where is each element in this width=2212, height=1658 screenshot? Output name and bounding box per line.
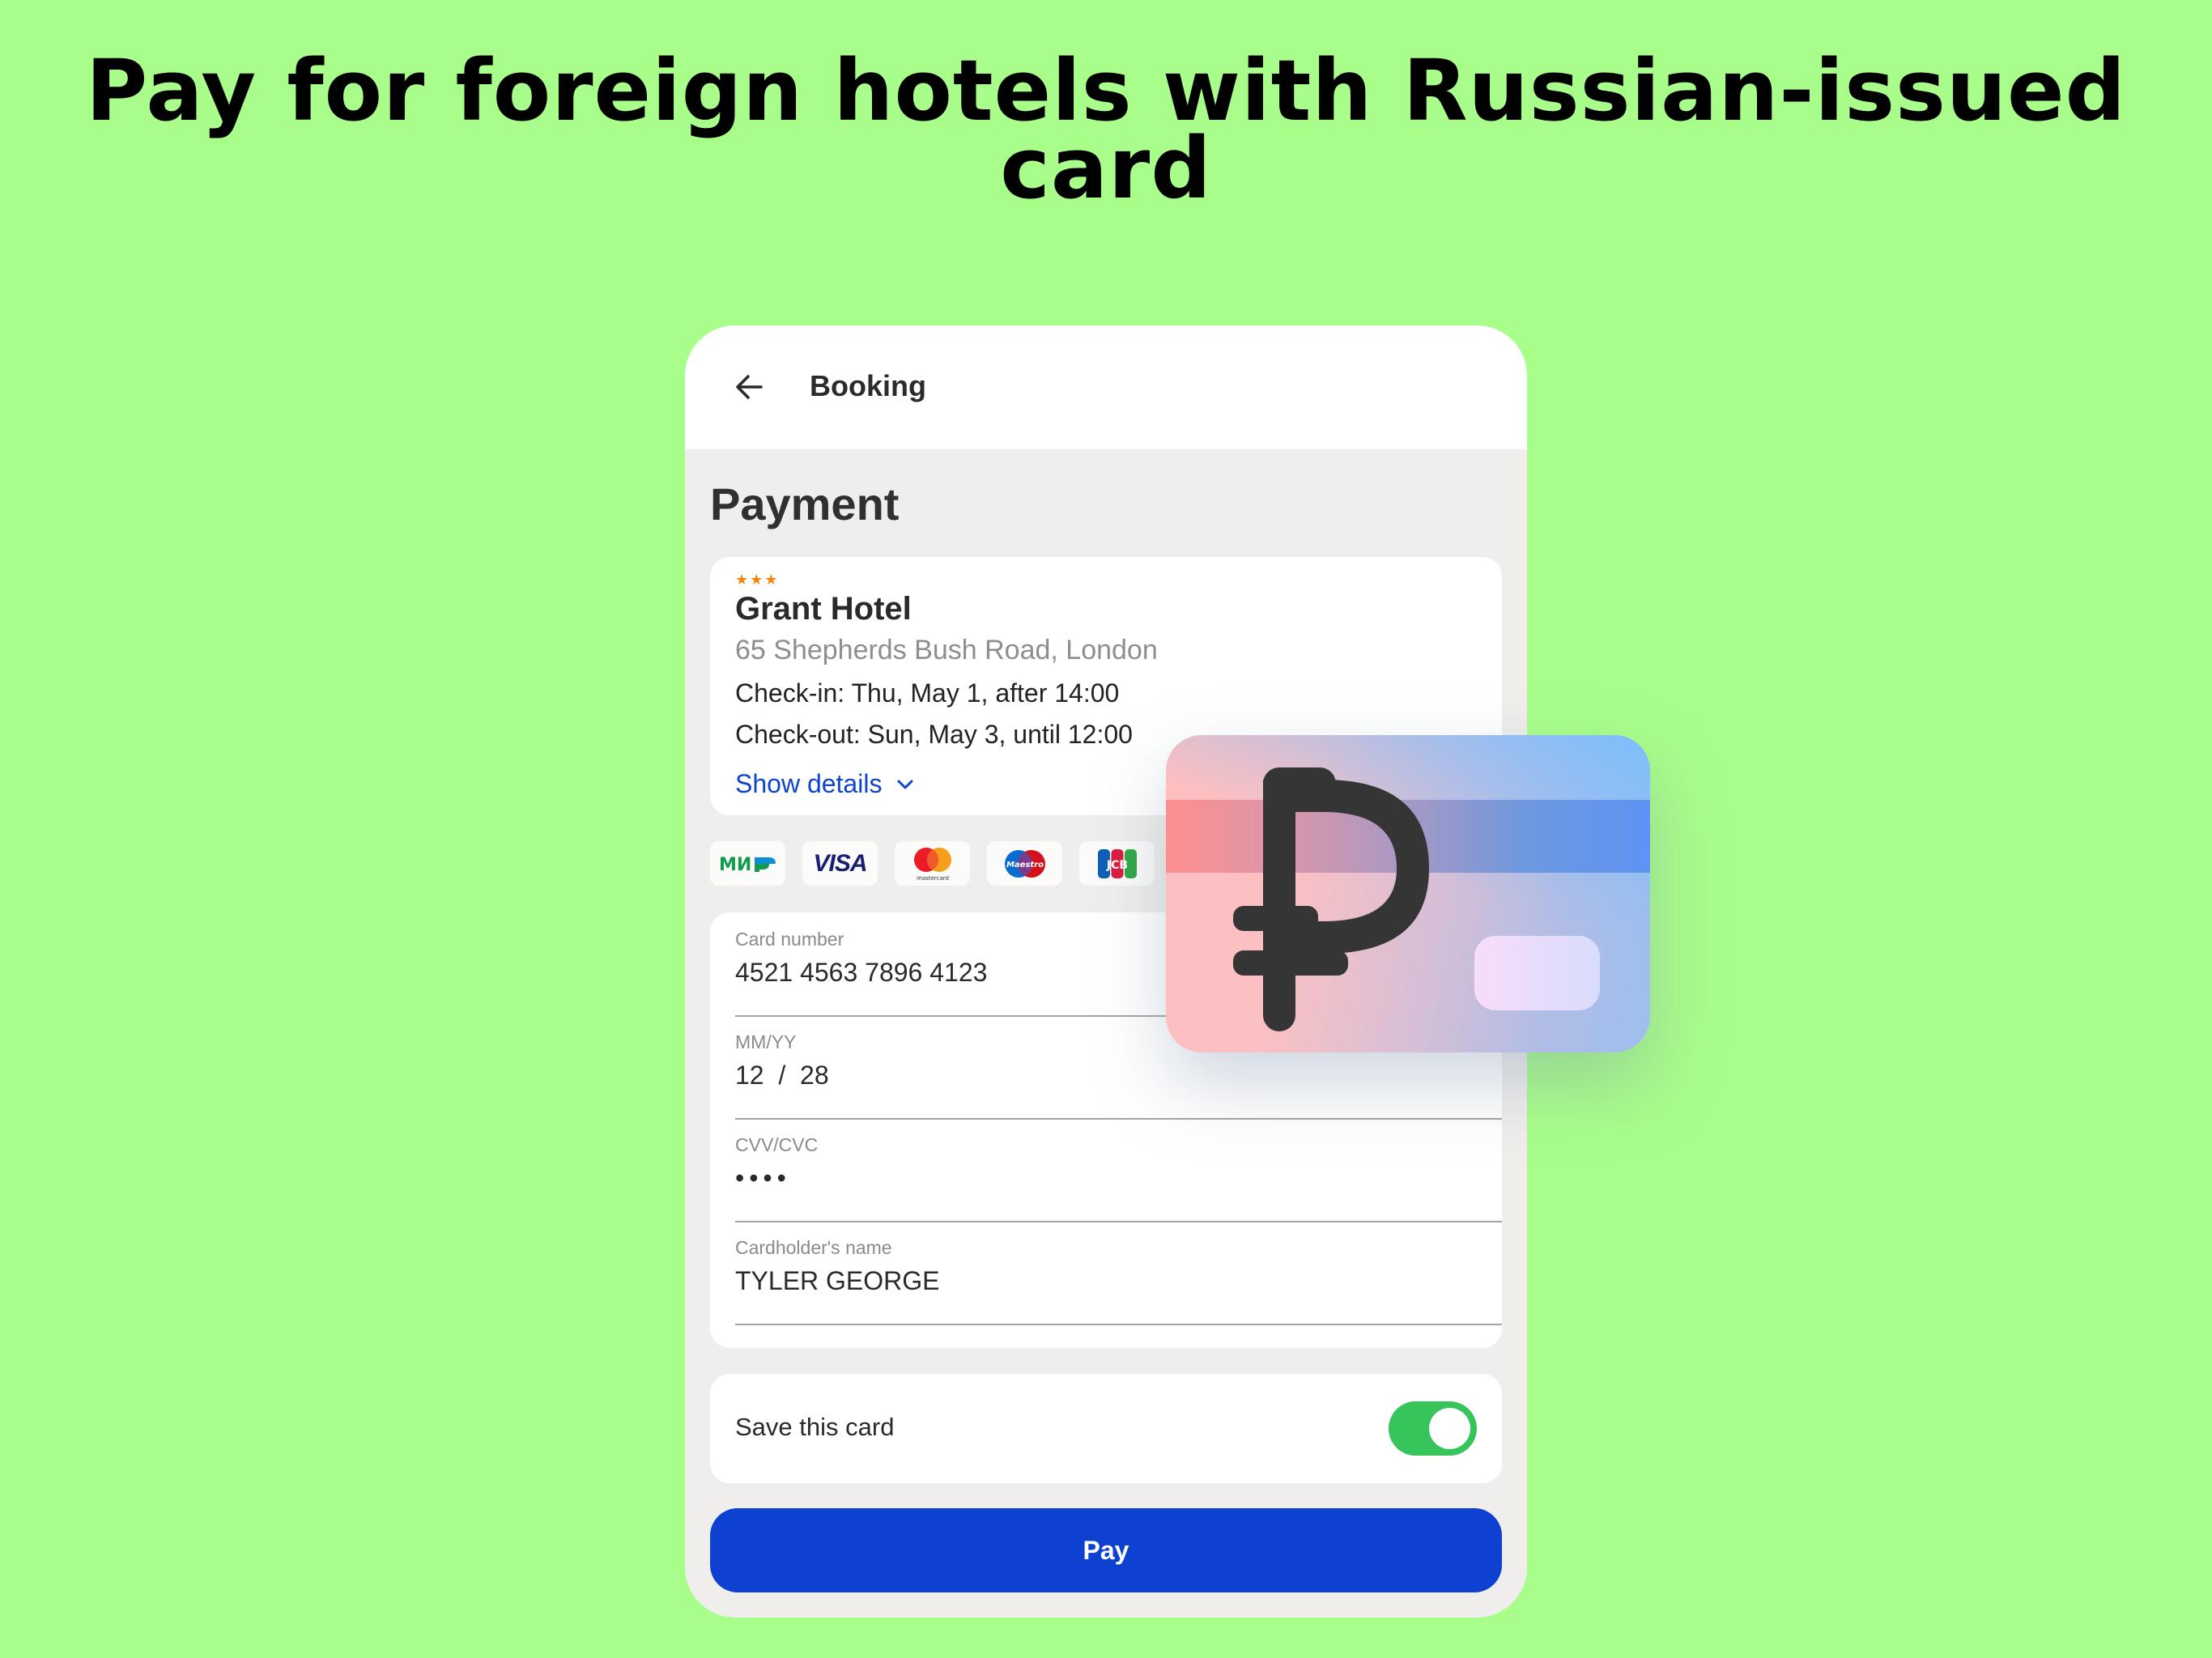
visa-logo: VISA bbox=[802, 841, 878, 886]
expiry-label: MM/YY bbox=[735, 1031, 797, 1052]
cvv-field[interactable]: CVV/CVC •••• bbox=[735, 1118, 1502, 1222]
hotel-address: 65 Shepherds Bush Road, London bbox=[735, 635, 1158, 665]
mir-logo: МИ bbox=[710, 841, 785, 886]
check-out-info: Check-out: Sun, May 3, until 12:00 bbox=[735, 720, 1133, 749]
cvv-label: CVV/CVC bbox=[735, 1134, 819, 1155]
card-number-input[interactable]: 4521 4563 7896 4123 bbox=[735, 958, 987, 988]
payment-systems-row: МИ VISA mastercard Maestro JCB bbox=[710, 841, 1155, 886]
mir-logo-icon: МИ bbox=[719, 855, 776, 874]
cardholder-input[interactable]: TYLER GEORGE bbox=[735, 1266, 940, 1296]
svg-text:JCB: JCB bbox=[1105, 859, 1127, 872]
svg-text:Maestro: Maestro bbox=[1006, 861, 1043, 869]
rouble-sign-icon bbox=[1233, 767, 1429, 1031]
star-rating: ★★★ bbox=[735, 572, 780, 588]
chevron-down-icon bbox=[897, 780, 913, 789]
headline-line-2: card bbox=[1000, 119, 1212, 218]
rouble-card-illustration bbox=[1166, 735, 1650, 1052]
headline-line-1: Pay for foreign hotels with Russian-issu… bbox=[85, 41, 2127, 140]
cardholder-label: Cardholder's name bbox=[735, 1237, 892, 1258]
header-title: Booking bbox=[810, 369, 926, 402]
expiry-input[interactable]: 12 / 28 bbox=[735, 1061, 829, 1090]
toggle-knob bbox=[1429, 1408, 1470, 1449]
save-card-toggle[interactable] bbox=[1389, 1401, 1477, 1456]
pay-button[interactable]: Pay bbox=[710, 1508, 1502, 1592]
maestro-logo-icon: Maestro bbox=[1004, 849, 1045, 878]
check-in-info: Check-in: Thu, May 1, after 14:00 bbox=[735, 678, 1120, 708]
hotel-name: Grant Hotel bbox=[735, 591, 912, 627]
save-card-row: Save this card bbox=[710, 1374, 1502, 1483]
svg-text:mastercard: mastercard bbox=[917, 875, 949, 882]
maestro-logo: Maestro bbox=[987, 841, 1062, 886]
app-header: Booking bbox=[685, 325, 1527, 449]
show-details-label: Show details bbox=[735, 769, 883, 798]
show-details-link[interactable]: Show details bbox=[735, 769, 914, 799]
arrow-left-icon bbox=[736, 375, 763, 399]
mastercard-logo: mastercard bbox=[895, 841, 970, 886]
card-number-label: Card number bbox=[735, 929, 844, 950]
jcb-logo: JCB bbox=[1079, 841, 1155, 886]
cardholder-field[interactable]: Cardholder's name TYLER GEORGE bbox=[735, 1221, 1502, 1325]
back-button[interactable] bbox=[730, 368, 769, 406]
page-title: Payment bbox=[710, 478, 900, 529]
headline: Pay for foreign hotels with Russian-issu… bbox=[0, 41, 2212, 218]
mastercard-logo-icon: mastercard bbox=[913, 847, 951, 882]
svg-text:МИ: МИ bbox=[719, 855, 751, 874]
cvv-input[interactable]: •••• bbox=[735, 1163, 791, 1193]
jcb-logo-icon: JCB bbox=[1097, 848, 1137, 878]
visa-logo-text: VISA bbox=[813, 849, 867, 877]
save-card-label: Save this card bbox=[735, 1413, 895, 1441]
